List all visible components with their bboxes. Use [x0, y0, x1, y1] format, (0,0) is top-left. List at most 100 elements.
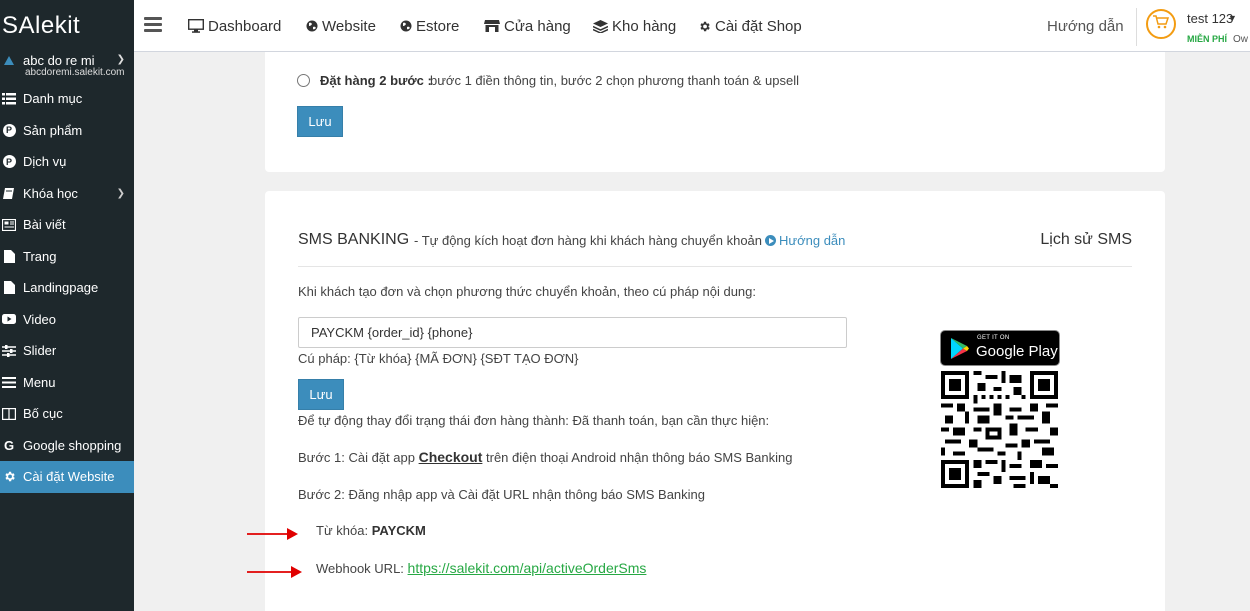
gplay-small-text: GET IT ON — [977, 335, 1010, 341]
book-icon — [2, 186, 16, 200]
sidebar-item-label: Danh mục — [23, 91, 83, 107]
sidebar-item-google-shopping[interactable]: G Google shopping — [0, 430, 134, 462]
keyword-row: Từ khóa: PAYCKM — [316, 523, 426, 538]
globe-icon — [400, 20, 412, 32]
sms-title: SMS BANKING — [298, 231, 410, 248]
header-divider — [1136, 8, 1137, 46]
sidebar-item-label: Menu — [23, 374, 56, 390]
desktop-icon — [188, 19, 204, 33]
youtube-icon — [2, 312, 16, 326]
columns-icon — [2, 407, 16, 421]
sidebar-item-landingpage[interactable]: Landingpage — [0, 272, 134, 304]
nav-dashboard[interactable]: Dashboard — [188, 0, 281, 52]
nav-kho-hang[interactable]: Kho hàng — [593, 0, 676, 52]
gear-icon — [2, 470, 16, 484]
sidebar-nav: Danh mục P Sản phẩm P Dịch vụ Khóa học ❯… — [0, 83, 134, 493]
avatar[interactable] — [1146, 9, 1176, 39]
sidebar-item-label: Landingpage — [23, 280, 99, 296]
sms-help-link[interactable]: Hướng dẫn — [765, 233, 845, 248]
guide-link[interactable]: Hướng dẫn — [1047, 18, 1124, 35]
order-option-label: Đặt hàng 2 bước : — [320, 73, 432, 88]
list-icon — [2, 92, 16, 106]
save-button[interactable]: Lưu — [298, 379, 344, 410]
sms-banking-card: SMS BANKING - Tự động kích hoạt đơn hàng… — [265, 191, 1165, 611]
nav-estore[interactable]: Estore — [400, 0, 459, 52]
user-name[interactable]: test 123 — [1187, 11, 1233, 26]
user-plan-badge: MIỄN PHÍ — [1187, 34, 1228, 44]
caret-down-icon[interactable]: ▼ — [1228, 13, 1237, 23]
annotation-arrow-icon — [247, 528, 298, 540]
play-circle-icon — [765, 235, 776, 246]
store-icon — [484, 19, 500, 33]
sidebar-item-video[interactable]: Video — [0, 304, 134, 336]
sidebar-item-label: Sản phẩm — [23, 122, 83, 138]
brand-logo[interactable]: SAlekit — [0, 0, 134, 52]
step-2: Bước 2: Đăng nhập app và Cài đặt URL nhậ… — [298, 487, 706, 502]
chevron-down-icon: ❯ — [116, 54, 125, 65]
syntax-hint: Cú pháp: {Từ khóa} {MÃ ĐƠN} {SĐT TẠO ĐƠN… — [298, 351, 579, 366]
gear-icon — [698, 20, 711, 33]
webhook-row: Webhook URL: https://salekit.com/api/act… — [316, 560, 647, 576]
site-name: abc do re mi — [23, 53, 95, 68]
file-icon — [2, 249, 16, 263]
order-2-step-radio[interactable] — [297, 74, 310, 87]
nav-cua-hang[interactable]: Cửa hàng — [484, 0, 571, 52]
save-button[interactable]: Lưu — [297, 106, 343, 137]
google-play-icon — [951, 338, 969, 359]
sidebar-item-khoa-hoc[interactable]: Khóa học ❯ — [0, 178, 134, 210]
google-icon: G — [3, 437, 15, 453]
top-header: Dashboard Website Estore Cửa hàng Kho hà… — [134, 0, 1250, 52]
sidebar-item-bai-viet[interactable]: Bài viết — [0, 209, 134, 241]
sidebar-item-label: Trang — [23, 248, 57, 264]
site-triangle-icon — [4, 56, 14, 65]
chevron-down-icon: ❯ — [116, 187, 125, 199]
sidebar-item-dich-vu[interactable]: P Dịch vụ — [0, 146, 134, 178]
sidebar: SAlekit abc do re mi ❯ abcdoremi.salekit… — [0, 0, 134, 611]
sidebar-item-trang[interactable]: Trang — [0, 241, 134, 273]
sliders-icon — [2, 344, 16, 358]
sidebar-item-label: Dịch vụ — [23, 154, 67, 170]
google-play-badge[interactable]: GET IT ON Google Play — [940, 330, 1060, 366]
sidebar-item-slider[interactable]: Slider — [0, 335, 134, 367]
file-icon — [2, 281, 16, 295]
webhook-url-link[interactable]: https://salekit.com/api/activeOrderSms — [408, 560, 647, 576]
sidebar-item-label: Google shopping — [23, 437, 122, 453]
hamburger-menu-icon[interactable] — [144, 17, 162, 32]
globe-icon — [306, 20, 318, 32]
user-role: Ow — [1233, 34, 1248, 45]
sidebar-item-cai-dat-website[interactable]: Cài đặt Website — [0, 461, 134, 493]
nav-website[interactable]: Website — [306, 0, 376, 52]
qr-code — [941, 371, 1058, 488]
step-1: Bước 1: Cài đặt app Checkout trên điện t… — [298, 449, 793, 465]
sidebar-item-san-pham[interactable]: P Sản phẩm — [0, 115, 134, 147]
sms-history-link[interactable]: Lịch sử SMS — [1040, 231, 1132, 249]
auto-status-text: Để tự động thay đổi trạng thái đơn hàng … — [298, 413, 770, 428]
sms-subtitle: - Tự động kích hoạt đơn hàng khi khách h… — [414, 233, 763, 248]
sidebar-item-bo-cuc[interactable]: Bố cục — [0, 398, 134, 430]
layers-icon — [593, 19, 608, 33]
order-settings-card: Đặt hàng 2 bước : bước 1 điền thông tin,… — [265, 52, 1165, 172]
site-switcher[interactable]: abc do re mi ❯ abcdoremi.salekit.com — [0, 52, 134, 82]
checkout-app-link[interactable]: Checkout — [419, 449, 483, 465]
sidebar-item-label: Slider — [23, 343, 57, 359]
bars-icon — [2, 375, 16, 389]
service-p-icon: P — [2, 155, 16, 169]
syntax-input[interactable]: PAYCKM {order_id} {phone} — [298, 317, 847, 348]
sidebar-item-label: Video — [23, 311, 57, 327]
sidebar-item-label: Khóa học — [23, 185, 78, 201]
gplay-big-text: Google Play — [976, 343, 1058, 360]
sidebar-item-danh-muc[interactable]: Danh mục — [0, 83, 134, 115]
sidebar-item-label: Bài viết — [23, 217, 66, 233]
newspaper-icon — [2, 218, 16, 232]
sms-intro: Khi khách tạo đơn và chọn phương thức ch… — [298, 284, 756, 299]
divider — [298, 266, 1132, 267]
order-option-desc: bước 1 điền thông tin, bước 2 chọn phươn… — [430, 73, 799, 88]
site-domain: abcdoremi.salekit.com — [25, 67, 125, 78]
annotation-arrow-icon — [247, 566, 302, 578]
keyword-value: PAYCKM — [371, 523, 426, 538]
sidebar-item-label: Bố cục — [23, 406, 63, 422]
sidebar-item-menu[interactable]: Menu — [0, 367, 134, 399]
nav-cai-dat-shop[interactable]: Cài đặt Shop — [698, 0, 802, 52]
sidebar-item-label: Cài đặt Website — [23, 469, 115, 485]
cart-icon — [1153, 14, 1170, 34]
